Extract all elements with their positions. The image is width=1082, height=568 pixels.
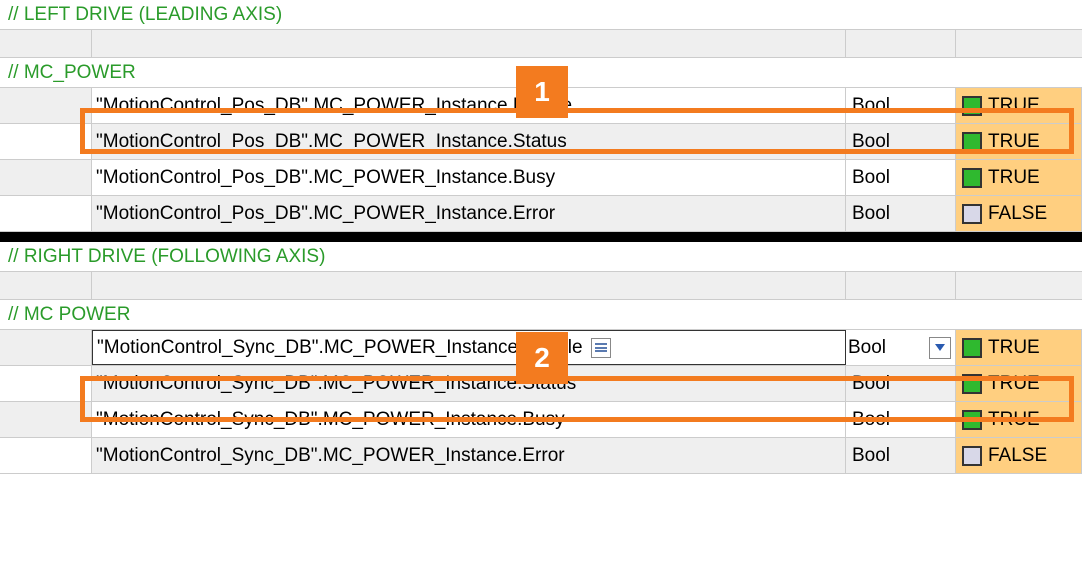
variable-type: Bool xyxy=(846,160,956,195)
variable-name[interactable]: "MotionControl_Pos_DB".MC_POWER_Instance… xyxy=(92,124,846,159)
watch-row[interactable]: "MotionControl_Pos_DB".MC_POWER_Instance… xyxy=(0,196,1082,232)
bool-indicator-icon xyxy=(962,132,982,152)
indent xyxy=(0,438,92,473)
spacer-row xyxy=(0,30,1082,58)
indent xyxy=(0,124,92,159)
value-text: FALSE xyxy=(988,445,1047,467)
variable-value[interactable]: FALSE xyxy=(956,438,1082,473)
bool-indicator-icon xyxy=(962,446,982,466)
variable-type: Bool xyxy=(846,366,956,401)
group-label-right: // MC POWER xyxy=(0,300,1082,330)
variable-name[interactable]: "MotionControl_Sync_DB".MC_POWER_Instanc… xyxy=(92,330,846,365)
variable-type: Bool xyxy=(846,88,956,123)
variable-type[interactable]: Bool xyxy=(846,330,956,365)
variable-value[interactable]: TRUE xyxy=(956,366,1082,401)
variable-value[interactable]: TRUE xyxy=(956,330,1082,365)
watch-row[interactable]: "MotionControl_Pos_DB".MC_POWER_Instance… xyxy=(0,160,1082,196)
watch-row[interactable]: "MotionControl_Sync_DB".MC_POWER_Instanc… xyxy=(0,438,1082,474)
indent xyxy=(0,196,92,231)
variable-name[interactable]: "MotionControl_Sync_DB".MC_POWER_Instanc… xyxy=(92,438,846,473)
annotation-badge-1: 1 xyxy=(516,66,568,118)
variable-name[interactable]: "MotionControl_Pos_DB".MC_POWER_Instance… xyxy=(92,88,846,123)
value-text: TRUE xyxy=(988,95,1040,117)
variable-type: Bool xyxy=(846,402,956,437)
watch-row[interactable]: "MotionControl_Sync_DB".MC_POWER_Instanc… xyxy=(0,402,1082,438)
section-divider xyxy=(0,232,1082,242)
bool-indicator-icon xyxy=(962,338,982,358)
variable-name[interactable]: "MotionControl_Sync_DB".MC_POWER_Instanc… xyxy=(92,402,846,437)
variable-value[interactable]: TRUE xyxy=(956,402,1082,437)
value-text: TRUE xyxy=(988,337,1040,359)
variable-name-text: "MotionControl_Sync_DB".MC_POWER_Instanc… xyxy=(97,337,583,359)
indent xyxy=(0,366,92,401)
variable-value[interactable]: TRUE xyxy=(956,88,1082,123)
value-text: FALSE xyxy=(988,203,1047,225)
type-text: Bool xyxy=(848,337,886,359)
variable-name[interactable]: "MotionControl_Sync_DB".MC_POWER_Instanc… xyxy=(92,366,846,401)
value-text: TRUE xyxy=(988,167,1040,189)
section-title-left: // LEFT DRIVE (LEADING AXIS) xyxy=(0,0,1082,30)
chevron-down-icon[interactable] xyxy=(929,337,951,359)
value-text: TRUE xyxy=(988,409,1040,431)
section-title-right: // RIGHT DRIVE (FOLLOWING AXIS) xyxy=(0,242,1082,272)
indent xyxy=(0,402,92,437)
variable-type: Bool xyxy=(846,196,956,231)
bool-indicator-icon xyxy=(962,204,982,224)
annotation-badge-2: 2 xyxy=(516,332,568,384)
indent xyxy=(0,160,92,195)
indent xyxy=(0,330,92,365)
variable-value[interactable]: TRUE xyxy=(956,124,1082,159)
bool-indicator-icon xyxy=(962,374,982,394)
variable-name[interactable]: "MotionControl_Pos_DB".MC_POWER_Instance… xyxy=(92,160,846,195)
list-icon[interactable] xyxy=(591,338,611,358)
watch-row[interactable]: "MotionControl_Pos_DB".MC_POWER_Instance… xyxy=(0,124,1082,160)
value-text: TRUE xyxy=(988,131,1040,153)
value-text: TRUE xyxy=(988,373,1040,395)
variable-value[interactable]: FALSE xyxy=(956,196,1082,231)
spacer-row xyxy=(0,272,1082,300)
variable-value[interactable]: TRUE xyxy=(956,160,1082,195)
bool-indicator-icon xyxy=(962,96,982,116)
bool-indicator-icon xyxy=(962,410,982,430)
indent xyxy=(0,88,92,123)
bool-indicator-icon xyxy=(962,168,982,188)
variable-type: Bool xyxy=(846,438,956,473)
variable-name[interactable]: "MotionControl_Pos_DB".MC_POWER_Instance… xyxy=(92,196,846,231)
variable-type: Bool xyxy=(846,124,956,159)
